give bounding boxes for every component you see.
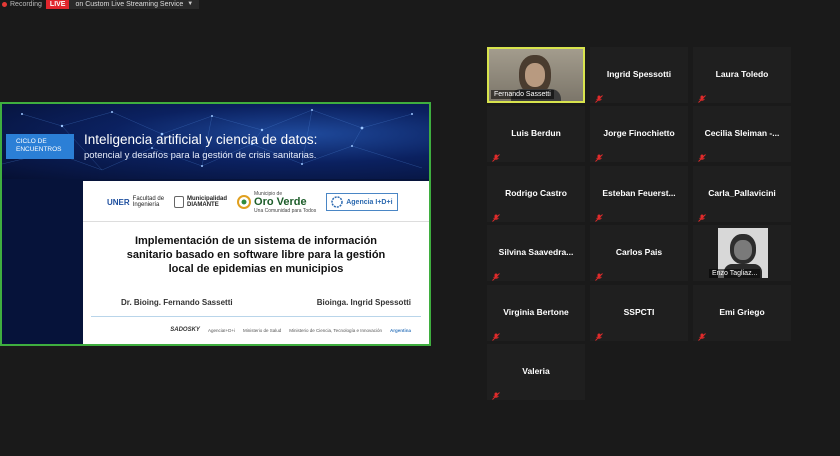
- oro-verde-logo: Municipio de Oro Verde Una Comunidad par…: [237, 191, 316, 214]
- slide-banner: CICLO DE ENCUENTROS Inteligencia artific…: [2, 104, 429, 179]
- participant-name: Carla_Pallavicini: [708, 188, 776, 198]
- mic-muted-icon: [698, 328, 706, 341]
- mic-muted-icon: [698, 149, 706, 162]
- participant-tile[interactable]: Cecilia Sleiman -...: [693, 106, 791, 162]
- banner-subtitle: potencial y desafíos para la gestión de …: [84, 150, 317, 161]
- mic-muted-icon: [698, 90, 706, 103]
- agencia-emblem-icon: [331, 196, 343, 208]
- agencia-idi-logo: Agencia I+D+i: [326, 193, 398, 211]
- sponsor-logo: SADOSKY: [170, 327, 200, 333]
- participant-tile[interactable]: Virginia Bertone: [487, 285, 585, 341]
- mic-muted-icon: [595, 268, 603, 281]
- participant-name: Esteban Feuerst...: [602, 188, 676, 198]
- sponsor-logos: SADOSKY AgenciaI+D+i Ministerio de Salud…: [170, 327, 411, 333]
- participant-name: Carlos Pais: [615, 247, 663, 257]
- participant-name: Cecilia Sleiman -...: [704, 128, 780, 138]
- institution-logos: UNER Facultad de Ingeniería Municipalida…: [107, 187, 398, 217]
- participant-tile[interactable]: Esteban Feuerst...: [590, 166, 688, 222]
- slide-content-card: UNER Facultad de Ingeniería Municipalida…: [83, 181, 429, 344]
- author-left: Dr. Bioing. Fernando Sassetti: [121, 298, 233, 307]
- live-stream-dropdown[interactable]: on Custom Live Streaming Service ▼: [69, 0, 200, 9]
- mic-muted-icon: [492, 268, 500, 281]
- live-badge[interactable]: LIVE: [45, 0, 70, 9]
- participant-name: Ingrid Spessotti: [606, 69, 672, 79]
- zoom-meeting-window: { "topbar": { "recording_label": "Record…: [0, 0, 840, 456]
- mic-muted-icon: [595, 328, 603, 341]
- participant-tile[interactable]: Laura Toledo: [693, 47, 791, 103]
- uner-logo: UNER Facultad de Ingeniería: [107, 196, 165, 208]
- presentation-title: Implementación de un sistema de informac…: [126, 235, 386, 275]
- mic-muted-icon: [595, 209, 603, 222]
- participant-name: SSPCTI: [623, 307, 655, 317]
- banner-title: Inteligencia artificial y ciencia de dat…: [84, 132, 318, 147]
- sponsor-logo: Argentina: [389, 327, 411, 333]
- sponsor-logo: Ministerio de Ciencia, Tecnología e Inno…: [289, 327, 382, 333]
- mic-muted-icon: [595, 149, 603, 162]
- participant-tile[interactable]: Rodrigo Castro: [487, 166, 585, 222]
- participant-tile[interactable]: Jorge Finochietto: [590, 106, 688, 162]
- participant-tile[interactable]: Fernando Sassetti: [487, 47, 585, 103]
- mic-muted-icon: [492, 149, 500, 162]
- participant-name: Valeria: [522, 366, 550, 376]
- participant-tile[interactable]: Enzo Tagliaz...: [693, 225, 791, 281]
- participant-name: Enzo Tagliaz...: [709, 269, 761, 278]
- participant-name: Fernando Sassetti: [491, 90, 554, 99]
- participant-name: Rodrigo Castro: [505, 188, 567, 198]
- presentation-authors: Dr. Bioing. Fernando Sassetti Bioinga. I…: [121, 298, 411, 307]
- participant-tile[interactable]: Valeria: [487, 344, 585, 400]
- participant-tile[interactable]: Carlos Pais: [590, 225, 688, 281]
- participant-tile[interactable]: Ingrid Spessotti: [590, 47, 688, 103]
- shield-icon: [174, 196, 185, 208]
- stream-label: on Custom Live Streaming Service: [75, 1, 184, 8]
- card-divider: [83, 221, 429, 222]
- mic-muted-icon: [492, 387, 500, 400]
- author-right: Bioinga. Ingrid Spessotti: [316, 298, 411, 307]
- participant-name: Emi Griego: [719, 307, 765, 317]
- recording-status-bar: Recording LIVE on Custom Live Streaming …: [0, 0, 200, 9]
- participant-name: Laura Toledo: [715, 69, 769, 79]
- mic-muted-icon: [492, 328, 500, 341]
- participant-tile[interactable]: Silvina Saavedra...: [487, 225, 585, 281]
- participant-name: Luis Berdun: [511, 128, 561, 138]
- sponsor-logo: AgenciaI+D+i: [207, 327, 235, 333]
- participant-name: Silvina Saavedra...: [498, 247, 574, 257]
- participant-tile[interactable]: Carla_Pallavicini: [693, 166, 791, 222]
- participant-name: Virginia Bertone: [503, 307, 569, 317]
- mic-muted-icon: [595, 90, 603, 103]
- participant-tile[interactable]: Luis Berdun: [487, 106, 585, 162]
- sponsor-logo: Ministerio de Salud: [242, 327, 282, 333]
- participant-tile[interactable]: SSPCTI: [590, 285, 688, 341]
- oro-verde-emblem-icon: [237, 195, 252, 209]
- shared-screen: CICLO DE ENCUENTROS Inteligencia artific…: [0, 102, 431, 346]
- card-rule: [91, 316, 421, 317]
- mic-muted-icon: [492, 209, 500, 222]
- recording-label: Recording: [10, 1, 42, 8]
- diamante-logo: Municipalidad DIAMANTE: [174, 196, 227, 208]
- ciclo-encuentros-badge: CICLO DE ENCUENTROS: [6, 134, 74, 159]
- participant-tile[interactable]: Emi Griego: [693, 285, 791, 341]
- recording-dot-icon: [2, 2, 7, 7]
- mic-muted-icon: [698, 209, 706, 222]
- chevron-down-icon: ▼: [187, 1, 194, 7]
- participant-name: Jorge Finochietto: [603, 128, 675, 138]
